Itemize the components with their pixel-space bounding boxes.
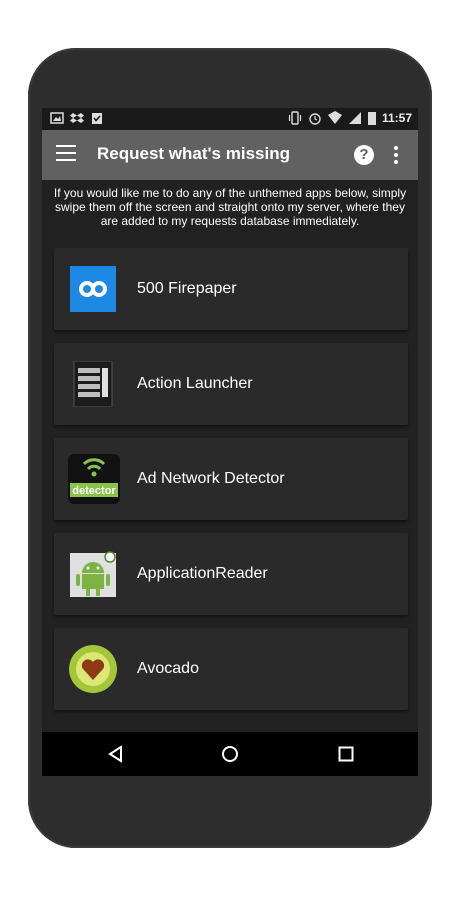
screen: 11:57 Request what's missing ? If you wo…	[42, 108, 418, 776]
app-name: 500 Firepaper	[137, 280, 237, 297]
ad-detector-icon-text: detector	[72, 485, 116, 497]
app-toolbar: Request what's missing ?	[42, 130, 418, 180]
alarm-icon	[309, 113, 321, 125]
app-name: Action Launcher	[137, 375, 253, 392]
nav-bar	[42, 732, 418, 776]
more-vert-icon[interactable]	[394, 146, 398, 164]
intro-text: If you would like me to do any of the un…	[53, 186, 407, 228]
app-name: Ad Network Detector	[137, 470, 285, 487]
list-item-applicationreader[interactable]: ApplicationReader	[54, 533, 408, 615]
clipboard-check-icon	[92, 113, 102, 124]
vibrate-icon	[288, 111, 302, 125]
page-title: Request what's missing	[97, 144, 290, 163]
home-circle-icon[interactable]	[220, 744, 240, 764]
dropbox-icon	[70, 113, 84, 123]
android-reader-icon	[70, 551, 116, 597]
image-icon	[50, 112, 64, 124]
status-bar: 11:57	[42, 108, 418, 130]
status-time: 11:57	[381, 111, 412, 125]
hamburger-menu-icon[interactable]	[56, 145, 78, 165]
action-launcher-icon	[73, 361, 113, 407]
app-name: Avocado	[137, 660, 199, 677]
app-name: ApplicationReader	[137, 565, 268, 582]
battery-icon	[367, 112, 376, 125]
avocado-icon	[69, 645, 117, 693]
list-item-ad-network-detector[interactable]: detector Ad Network Detector	[54, 438, 408, 520]
list-item-500-firepaper[interactable]: 500 Firepaper	[54, 248, 408, 330]
back-triangle-icon[interactable]	[106, 744, 126, 764]
wifi-icon	[327, 111, 342, 124]
list-item-avocado[interactable]: Avocado	[54, 628, 408, 710]
firepaper-icon	[70, 266, 116, 312]
recents-square-icon[interactable]	[336, 744, 356, 764]
ad-detector-icon: detector	[68, 454, 120, 504]
help-icon[interactable]: ?	[354, 145, 374, 165]
list-item-action-launcher[interactable]: Action Launcher	[54, 343, 408, 425]
signal-icon	[348, 112, 361, 124]
